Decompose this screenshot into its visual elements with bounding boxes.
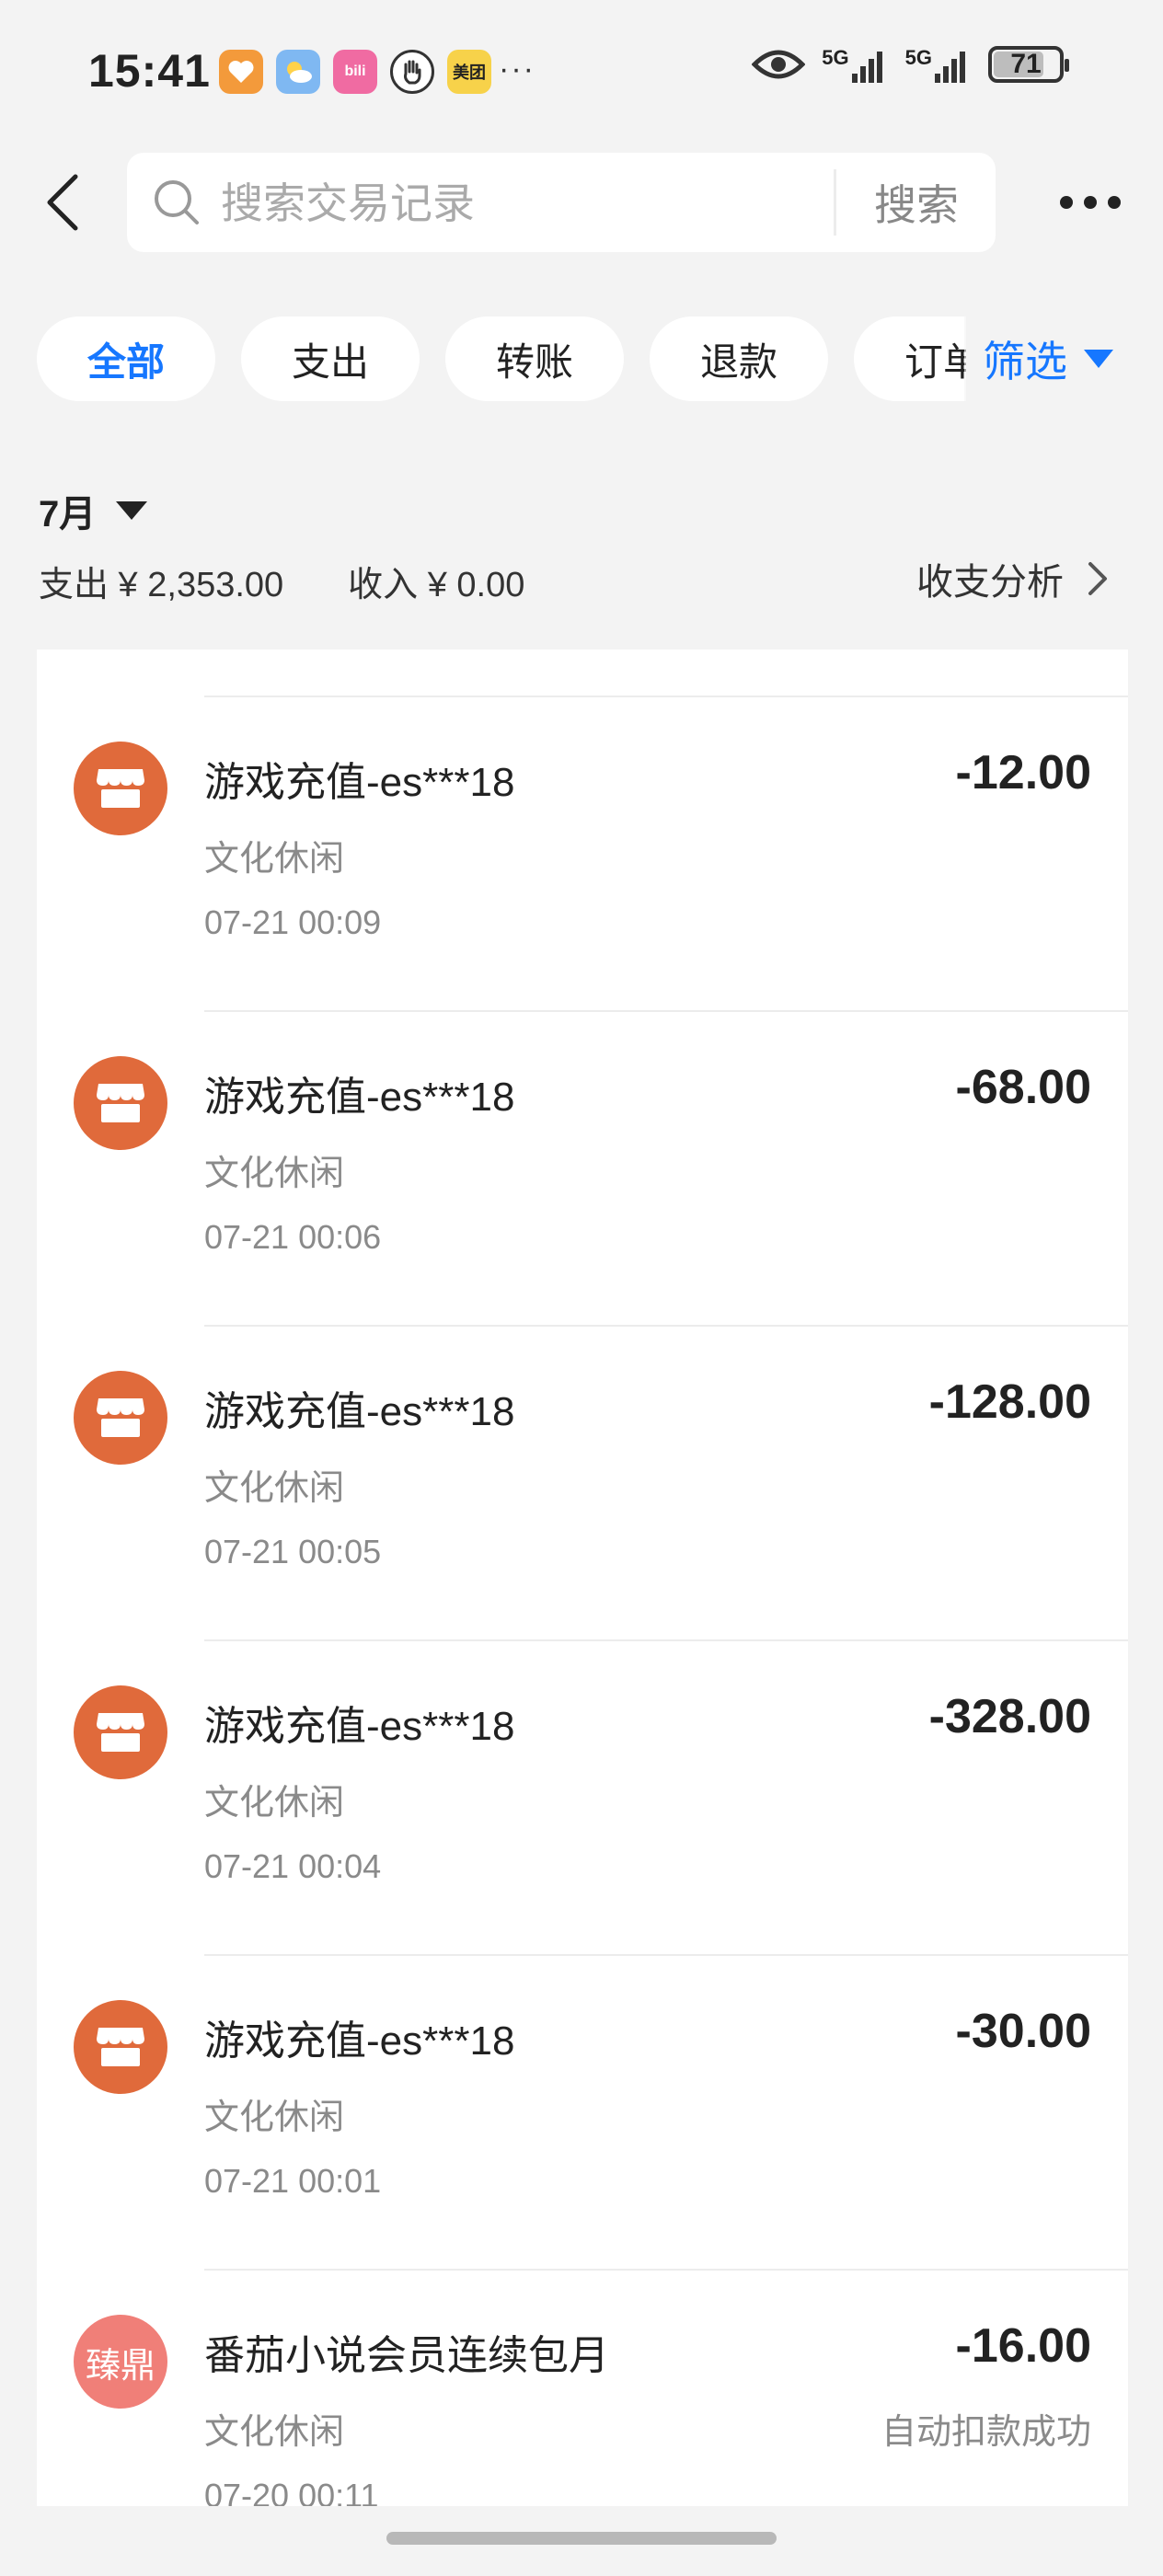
transaction-title: 游戏充值-es***18 [204,1704,515,1749]
month-selector[interactable]: 7月 [39,484,148,537]
chevron-left-icon [47,174,78,231]
transaction-amount: -68.00 [955,1061,1091,1114]
month-label: 7月 [39,494,97,535]
signal-5g-2: 5G [905,46,972,83]
store-icon [74,1056,167,1150]
transaction-amount: -128.00 [928,1375,1091,1429]
status-more-icon: ··· [499,52,535,86]
search-button[interactable]: 搜索 [837,153,996,252]
store-icon [74,2000,167,2094]
transaction-row[interactable]: 游戏充值-es***18 文化休闲 07-21 00:09 -12.00 [37,696,1128,1010]
chip-transfer[interactable]: 转账 [445,316,624,401]
transaction-row[interactable]: 游戏充值-es***18 文化休闲 07-21 00:04 -328.00 [37,1639,1128,1954]
triangle-down-icon [116,501,148,520]
row-divider [204,1954,1128,1956]
analysis-label: 收支分析 [916,562,1064,603]
transaction-list: 游戏充值-es***18 文化休闲 07-21 00:09 -12.00 游戏充… [37,650,1128,2506]
system-indicators: 5G 5G 71 [752,46,1069,83]
search-bar: 搜索 [127,153,996,254]
novel-app-logo: 臻鼎 [74,2315,167,2409]
transaction-title: 游戏充值-es***18 [204,2018,515,2064]
transaction-time: 07-21 00:01 [204,2162,382,2200]
status-time: 15:41 [88,45,211,97]
analysis-link[interactable]: 收支分析 [916,552,1108,605]
signal-icon [935,52,965,83]
search-icon [155,180,199,224]
chevron-right-icon [1088,562,1107,595]
signal-icon [851,52,882,83]
search-input[interactable] [219,153,940,254]
filter-button[interactable]: 筛选 [964,316,1139,401]
home-indicator[interactable] [386,2532,777,2545]
transaction-status: 自动扣款成功 [881,2413,1091,2452]
filter-label: 筛选 [983,338,1067,385]
row-divider [204,2269,1128,2271]
month-summary: 支出 ¥ 2,353.00 收入 ¥ 0.00 [39,556,524,606]
transaction-amount: -328.00 [928,1690,1091,1743]
meituan-icon: 美团 [447,50,491,94]
expense-total: 支出 ¥ 2,353.00 [39,566,284,604]
network-type-label: 5G [904,46,932,69]
store-icon [74,742,167,835]
transaction-time: 07-21 00:04 [204,1847,382,1885]
battery-icon: 71 [988,46,1069,83]
more-options-icon[interactable] [1049,180,1132,224]
transaction-row[interactable]: 游戏充值-es***18 文化休闲 07-21 00:05 -128.00 [37,1325,1128,1639]
store-icon [74,1371,167,1465]
transaction-amount: -12.00 [955,746,1091,799]
row-divider [204,696,1128,697]
weather-app-icon [276,50,320,94]
heart-app-icon [219,50,263,94]
transaction-row[interactable]: 臻鼎 番茄小说会员连续包月 文化休闲 07-20 00:11 -16.00 自动… [37,2269,1128,2506]
bilibili-icon: bili [333,50,377,94]
eye-icon [752,50,806,79]
transaction-title: 游戏充值-es***18 [204,760,515,805]
transaction-time: 07-21 00:06 [204,1218,382,1256]
store-icon [74,1685,167,1779]
hand-icon [390,50,434,94]
transaction-category: 文化休闲 [204,1155,345,1193]
network-type-label: 5G [822,46,849,69]
income-total: 收入 ¥ 0.00 [348,566,525,604]
chip-expense[interactable]: 支出 [241,316,420,401]
status-bar: 15:41 bili 美团 ··· 5G 5G 71 [0,0,1163,147]
search-divider [834,169,836,236]
filter-chips: 全部 支出 转账 退款 订单 [37,316,966,401]
chip-order[interactable]: 订单 [854,316,966,401]
transaction-category: 文化休闲 [204,2099,345,2137]
transaction-category: 文化休闲 [204,1784,345,1823]
transaction-title: 游戏充值-es***18 [204,1075,515,1120]
transaction-time: 07-20 00:11 [204,2477,379,2506]
chip-refund[interactable]: 退款 [650,316,828,401]
transaction-category: 文化休闲 [204,2413,345,2452]
back-button[interactable] [35,166,90,239]
transaction-time: 07-21 00:09 [204,903,382,941]
chip-all[interactable]: 全部 [37,316,215,401]
signal-5g-1: 5G [822,46,888,83]
transaction-category: 文化休闲 [204,1469,345,1508]
transaction-title: 游戏充值-es***18 [204,1389,515,1434]
transaction-category: 文化休闲 [204,840,345,879]
battery-level: 71 [1010,49,1042,79]
transaction-amount: -16.00 [955,2319,1091,2373]
notification-icons: bili 美团 [219,50,491,94]
transaction-time: 07-21 00:05 [204,1533,382,1570]
transaction-row[interactable]: 游戏充值-es***18 文化休闲 07-21 00:01 -30.00 [37,1954,1128,2269]
row-divider [204,1325,1128,1327]
transaction-title: 番茄小说会员连续包月 [204,2333,609,2378]
row-divider [204,1010,1128,1012]
triangle-down-icon [1084,350,1113,368]
row-divider [204,1639,1128,1641]
transaction-row[interactable]: 游戏充值-es***18 文化休闲 07-21 00:06 -68.00 [37,1010,1128,1325]
transaction-amount: -30.00 [955,2005,1091,2058]
